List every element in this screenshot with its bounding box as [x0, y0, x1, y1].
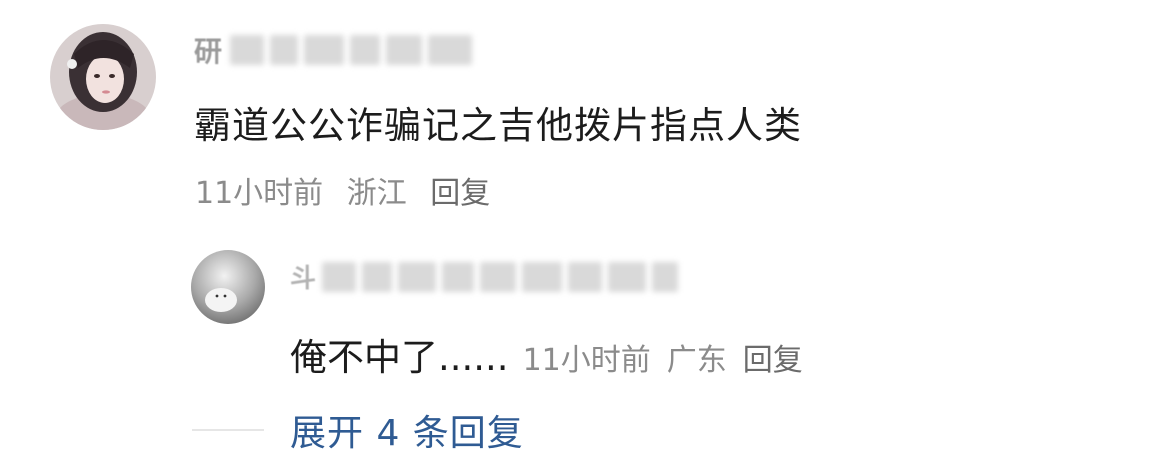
comment-reply-button[interactable]: 回复: [430, 176, 490, 211]
reply-username-first-char: 斗: [290, 264, 317, 294]
expand-replies-link[interactable]: 展开 4 条回复: [290, 404, 524, 456]
comment-meta: 11小时前 浙江 回复: [195, 168, 504, 212]
reply-location: 广东: [666, 343, 727, 378]
comment-time: 11小时前: [195, 176, 324, 211]
reply-content: 俺不中了...... 11小时前 广东 回复: [290, 327, 803, 381]
reply-username[interactable]: 斗: [290, 258, 684, 295]
comment-username[interactable]: 研: [194, 30, 478, 70]
reply-user-avatar[interactable]: [191, 250, 265, 324]
username-first-char: 研: [194, 35, 223, 68]
comment-text: 霸道公公诈骗记之吉他拨片指点人类: [194, 104, 802, 147]
expand-replies[interactable]: 展开 4 条回复: [192, 404, 524, 456]
divider: [192, 429, 264, 431]
reply-time: 11小时前: [522, 343, 651, 378]
user-avatar[interactable]: [50, 24, 156, 130]
comment-location: 浙江: [346, 176, 407, 211]
reply-reply-button[interactable]: 回复: [743, 335, 803, 379]
reply-text: 俺不中了......: [290, 336, 509, 379]
